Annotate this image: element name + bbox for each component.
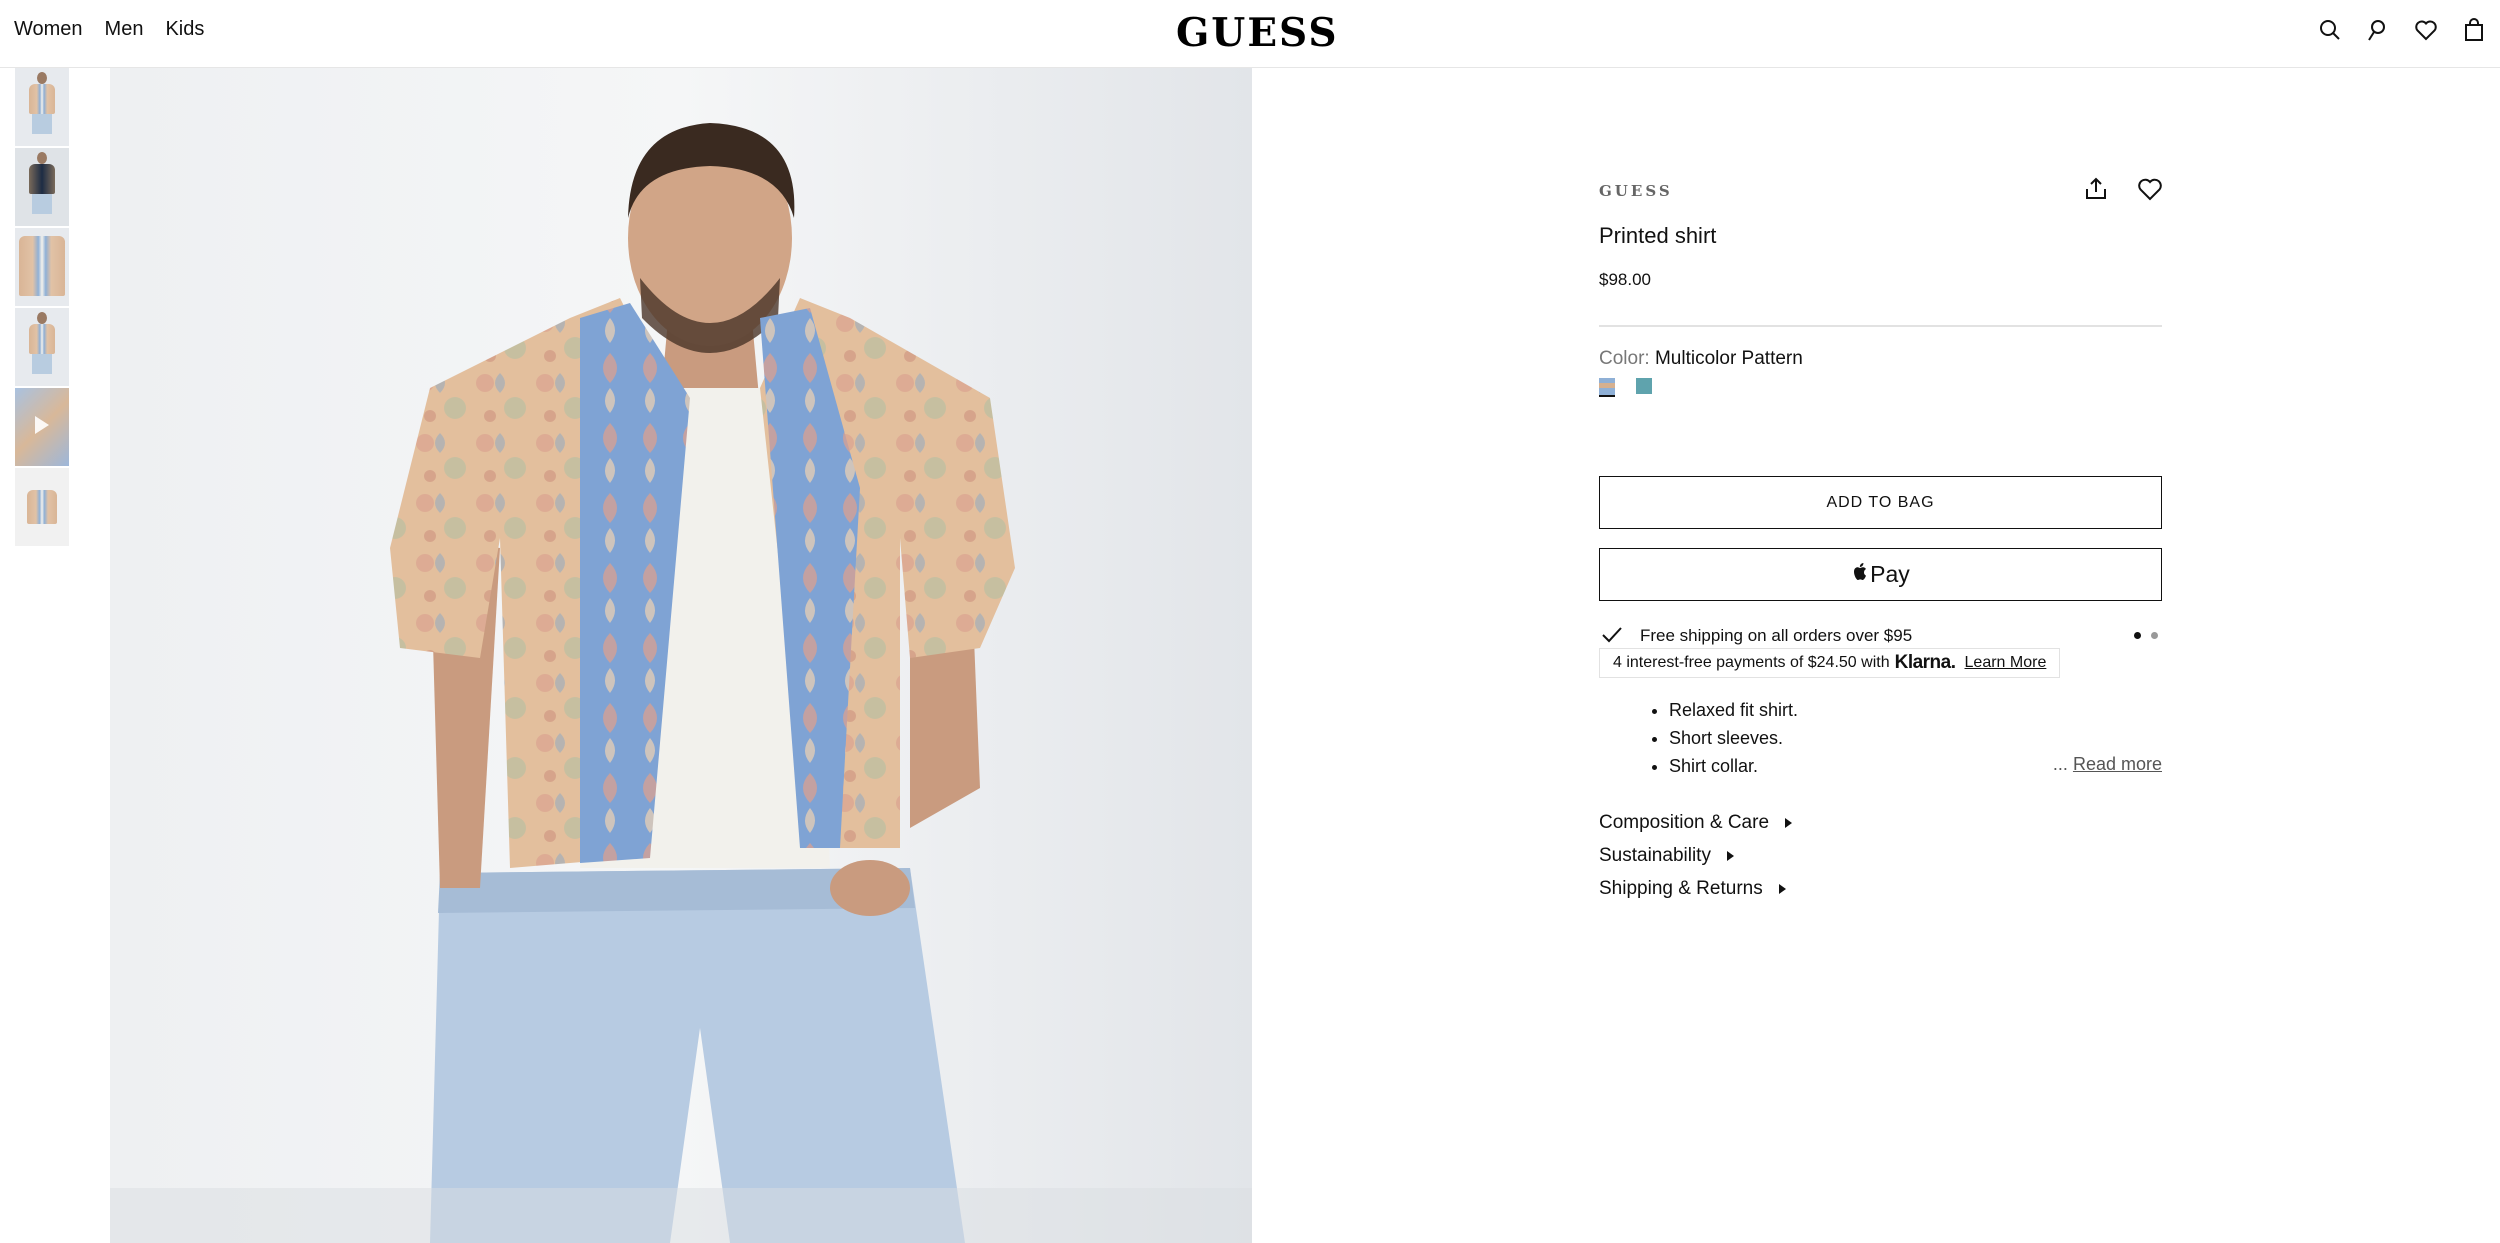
product-brand: GUESS xyxy=(1599,182,1673,200)
thumbnail-back[interactable] xyxy=(15,308,69,386)
product-accordions: Composition & Care Sustainability Shippi… xyxy=(1599,806,1793,905)
share-icon[interactable] xyxy=(2083,176,2109,202)
wishlist-icon[interactable] xyxy=(2414,18,2438,42)
accordion-shipping-returns[interactable]: Shipping & Returns xyxy=(1599,872,1792,905)
feature-list: Relaxed fit shirt. Short sleeves. Shirt … xyxy=(1651,696,1798,780)
check-icon xyxy=(1601,624,1623,646)
feature-item: Shirt collar. xyxy=(1669,752,1798,780)
read-more-ellipsis: ... xyxy=(2052,754,2068,774)
nav-women[interactable]: Women xyxy=(14,18,83,41)
apple-pay-label: Pay xyxy=(1870,561,1910,587)
accordion-label: Composition & Care xyxy=(1599,811,1770,833)
main-nav: Women Men Kids xyxy=(14,18,204,41)
apple-pay-button[interactable]: Pay xyxy=(1599,548,2162,601)
play-icon xyxy=(35,416,49,434)
carousel-dot[interactable] xyxy=(2151,632,2158,639)
klarna-banner: 4 interest-free payments of $24.50 with … xyxy=(1599,648,2061,678)
product-price: $98.00 xyxy=(1599,270,1651,289)
accordion-composition-care[interactable]: Composition & Care xyxy=(1599,806,1793,839)
feature-item: Short sleeves. xyxy=(1669,724,1798,752)
caret-right-icon xyxy=(1785,817,1793,828)
model-illustration xyxy=(110,68,1252,1243)
carousel-dots xyxy=(2134,632,2158,639)
thumbnail-front[interactable] xyxy=(15,68,69,146)
carousel-dot-active[interactable] xyxy=(2134,632,2141,639)
feature-item: Relaxed fit shirt. xyxy=(1669,696,1798,724)
thumbnail-flat[interactable] xyxy=(15,468,69,546)
accordion-sustainability[interactable]: Sustainability xyxy=(1599,839,1792,872)
caret-right-icon xyxy=(1726,850,1734,861)
guess-logo[interactable]: GUESS xyxy=(1176,10,1337,56)
klarna-learn-more-link[interactable]: Learn More xyxy=(1965,654,2047,672)
product-main-image[interactable] xyxy=(110,68,1252,1243)
accordion-label: Shipping & Returns xyxy=(1599,877,1763,899)
color-selector-label: Color: Multicolor Pattern xyxy=(1599,348,1803,370)
account-icon[interactable] xyxy=(2366,18,2390,42)
apple-logo-icon xyxy=(1851,561,1869,589)
accordion-label: Sustainability xyxy=(1599,844,1711,866)
swatch-teal[interactable] xyxy=(1636,378,1652,394)
read-more: ... Read more xyxy=(2053,754,2162,775)
klarna-text: 4 interest-free payments of $24.50 with xyxy=(1613,654,1890,671)
color-label: Color: xyxy=(1599,348,1650,369)
read-more-link[interactable]: Read more xyxy=(2073,754,2162,774)
divider xyxy=(1599,325,2162,327)
color-value: Multicolor Pattern xyxy=(1654,348,1803,369)
thumbnail-rail xyxy=(15,68,69,548)
add-to-wishlist-icon[interactable] xyxy=(2137,176,2163,202)
caret-right-icon xyxy=(1778,883,1786,894)
nav-men[interactable]: Men xyxy=(105,18,144,41)
thumbnail-styled[interactable] xyxy=(15,148,69,226)
add-to-bag-button[interactable]: ADD TO BAG xyxy=(1599,476,2162,529)
bag-icon[interactable] xyxy=(2462,18,2486,42)
site-header: Women Men Kids GUESS xyxy=(0,0,2500,68)
swatch-multicolor-pattern[interactable] xyxy=(1599,378,1615,397)
shipping-promo-text: Free shipping on all orders over $95 xyxy=(1640,626,1913,645)
thumbnail-detail[interactable] xyxy=(15,228,69,306)
header-actions xyxy=(2318,18,2486,42)
product-title: Printed shirt xyxy=(1599,223,1717,248)
klarna-logo: Klarna. xyxy=(1894,652,1956,673)
thumbnail-video[interactable] xyxy=(15,388,69,466)
search-icon[interactable] xyxy=(2318,18,2342,42)
nav-kids[interactable]: Kids xyxy=(165,18,204,41)
